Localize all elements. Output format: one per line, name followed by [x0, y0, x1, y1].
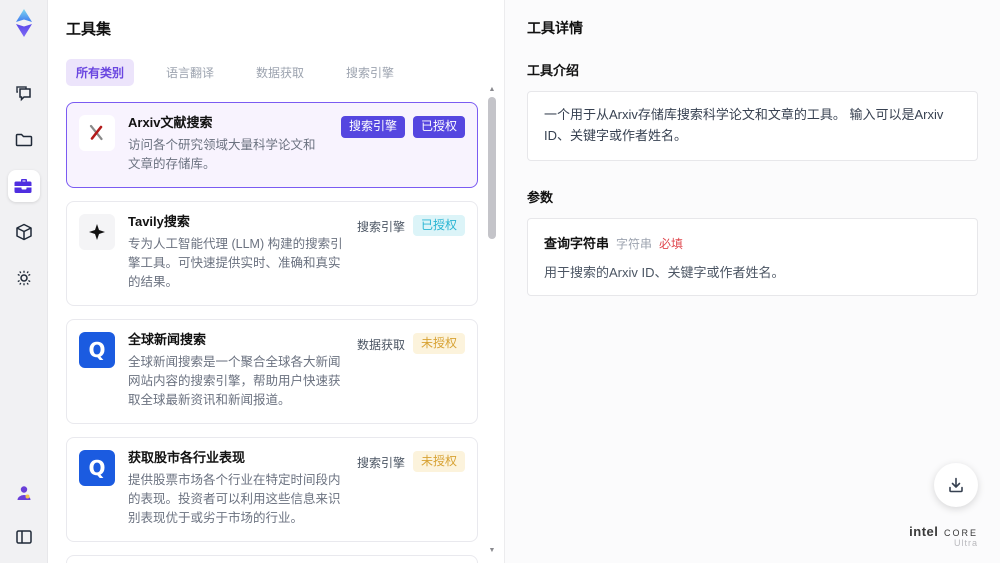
- list-scrollbar[interactable]: ▲ ▼: [487, 86, 497, 555]
- tool-card-sector-performance[interactable]: Q 获取股市各行业表现 提供股票市场各个行业在特定时间段内的表现。投资者可以利用…: [66, 436, 478, 542]
- package-icon[interactable]: [8, 216, 40, 248]
- tab-search-engine[interactable]: 搜索引擎: [336, 59, 404, 86]
- panel-layout-icon[interactable]: [8, 521, 40, 553]
- gear-icon[interactable]: [8, 262, 40, 294]
- tool-card-arxiv[interactable]: Arxiv文献搜索 访问各个研究领域大量科学论文和文章的存储库。 搜索引擎 已授…: [66, 102, 478, 188]
- tools-list-panel: 工具集 所有类别 语言翻译 数据获取 搜索引擎 Arxiv文献搜索 访问各个研究…: [48, 0, 505, 563]
- status-badge: 未授权: [412, 450, 465, 473]
- tavily-star-logo-icon: [79, 213, 115, 250]
- tool-description: 提供股票市场各个行业在特定时间段内的表现。投资者可以利用这些信息来识别表现优于或…: [128, 472, 341, 526]
- left-sidebar: [0, 0, 48, 563]
- tool-card-tavily[interactable]: Tavily搜索 专为人工智能代理 (LLM) 构建的搜索引擎工具。可快速提供实…: [66, 200, 478, 306]
- app-logo: [9, 8, 39, 38]
- tool-card-most-active-stocks[interactable]: Q 获取市场最活跃股票信息 提供当天交易量最高的股票列表，投资者可以利用这些信息…: [66, 554, 478, 563]
- blue-q-logo-icon: Q: [79, 449, 115, 486]
- intro-heading: 工具介绍: [527, 63, 580, 78]
- category-tabs: 所有类别 语言翻译 数据获取 搜索引擎: [66, 59, 478, 86]
- avatar-icon[interactable]: [8, 477, 40, 509]
- blue-q-logo-icon: Q: [79, 331, 115, 368]
- page-title: 工具集: [66, 21, 112, 38]
- details-title: 工具详情: [527, 20, 583, 36]
- tab-data-fetching[interactable]: 数据获取: [246, 59, 314, 86]
- toolbox-icon-active[interactable]: [7, 170, 40, 202]
- scroll-up-arrow-icon[interactable]: ▲: [489, 86, 496, 94]
- parameter-card: 查询字符串 字符串 必填 用于搜索的Arxiv ID、关键字或作者姓名。: [527, 217, 978, 296]
- param-required-label: 必填: [659, 236, 684, 251]
- tool-name: 获取股市各行业表现: [128, 449, 246, 465]
- params-heading: 参数: [527, 189, 554, 205]
- tool-details-panel: 工具详情 工具介绍 一个用于从Arxiv存储库搜索科学论文和文章的工具。 输入可…: [505, 0, 1000, 563]
- status-badge: 未授权: [412, 332, 465, 355]
- category-label: 搜索引擎: [356, 455, 405, 470]
- category-label: 数据获取: [356, 337, 405, 352]
- tool-card-global-news[interactable]: Q 全球新闻搜索 全球新闻搜索是一个聚合全球各大新闻网站内容的搜索引擎，帮助用户…: [66, 318, 478, 424]
- chat-icon[interactable]: [8, 78, 40, 110]
- param-type: 字符串: [616, 236, 653, 251]
- tool-list: Arxiv文献搜索 访问各个研究领域大量科学论文和文章的存储库。 搜索引擎 已授…: [66, 102, 478, 563]
- param-description: 用于搜索的Arxiv ID、关键字或作者姓名。: [544, 264, 785, 280]
- tab-all-categories[interactable]: 所有类别: [66, 59, 135, 86]
- tool-intro-text: 一个用于从Arxiv存储库搜索科学论文和文章的工具。 输入可以是Arxiv ID…: [527, 91, 978, 161]
- param-name: 查询字符串: [544, 235, 610, 251]
- intel-core-logo: intel core Ultra: [909, 523, 978, 549]
- status-badge: 已授权: [412, 214, 465, 237]
- tool-description: 全球新闻搜索是一个聚合全球各大新闻网站内容的搜索引擎，帮助用户快速获取全球最新资…: [128, 354, 341, 408]
- arxiv-logo-icon: [79, 115, 115, 151]
- tool-name: 全球新闻搜索: [128, 331, 207, 347]
- category-badge: 搜索引擎: [340, 116, 405, 138]
- category-label: 搜索引擎: [356, 219, 405, 234]
- tab-language-translation[interactable]: 语言翻译: [156, 59, 224, 86]
- scroll-down-arrow-icon[interactable]: ▼: [489, 547, 496, 555]
- folder-icon[interactable]: [8, 124, 40, 156]
- tool-description: 访问各个研究领域大量科学论文和文章的存储库。: [128, 137, 316, 172]
- tool-name: Arxiv文献搜索: [128, 115, 213, 130]
- scrollbar-thumb[interactable]: [488, 97, 496, 239]
- tool-name: Tavily搜索: [128, 213, 190, 229]
- status-badge: 已授权: [412, 116, 465, 138]
- download-button[interactable]: [934, 463, 978, 507]
- tool-description: 专为人工智能代理 (LLM) 构建的搜索引擎工具。可快速提供实时、准确和真实的结…: [128, 236, 343, 290]
